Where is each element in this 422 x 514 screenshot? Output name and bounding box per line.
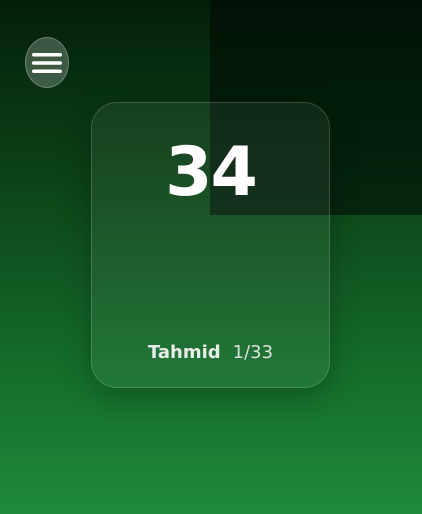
- hamburger-menu-icon: [32, 52, 62, 73]
- count-value: 34: [165, 133, 258, 212]
- dhikr-progress: 1/33: [232, 342, 274, 363]
- dhikr-footer: Tahmid 1/33: [92, 341, 329, 365]
- dhikr-name: Tahmid: [147, 342, 221, 363]
- menu-button[interactable]: [25, 37, 69, 88]
- counter-card[interactable]: 34 Tahmid 1/33: [91, 102, 330, 388]
